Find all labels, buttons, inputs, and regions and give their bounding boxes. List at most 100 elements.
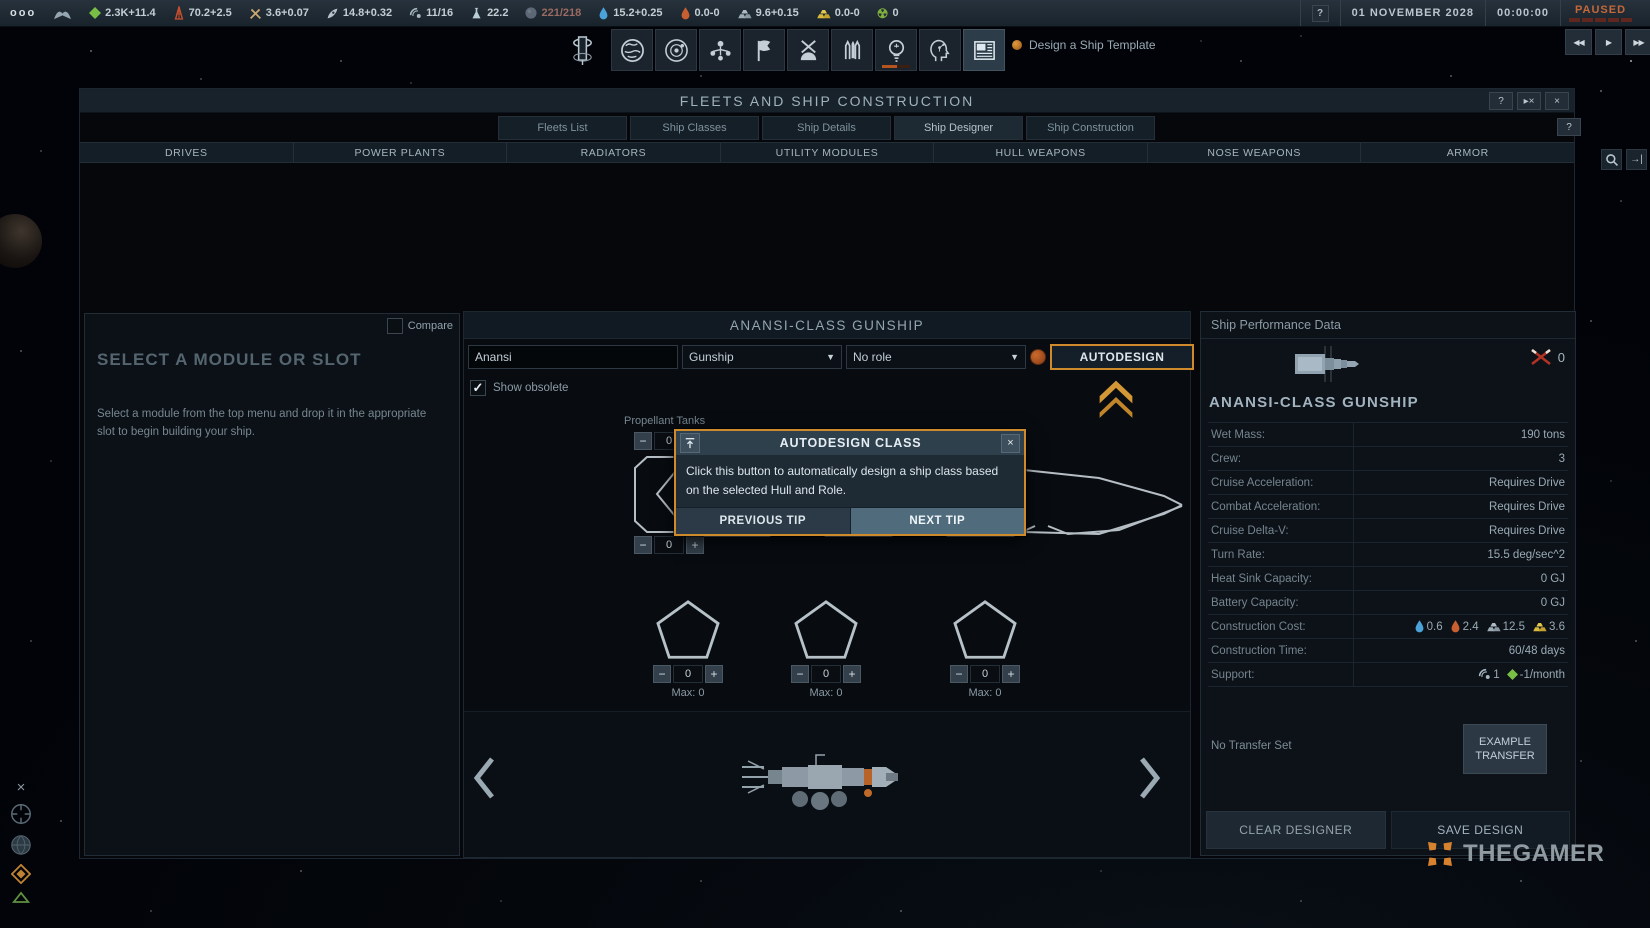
stepper-plus-button[interactable]: + (705, 665, 723, 683)
resource-metals[interactable]: 9.6+0.15 (737, 7, 799, 19)
research-icon (470, 7, 483, 20)
toolbar-ship-template-button[interactable] (963, 29, 1005, 71)
water-icon (1414, 620, 1425, 633)
rewind-button[interactable]: ◀◀ (1565, 29, 1592, 55)
hull-select[interactable]: Gunship ▼ (682, 345, 842, 369)
tab-fleets-list[interactable]: Fleets List (498, 116, 627, 140)
tooltip-close-button[interactable]: × (1001, 434, 1020, 453)
stepper-minus-button[interactable]: − (653, 665, 671, 683)
toolbar-tech-tree-button[interactable] (919, 29, 961, 71)
game-screen: ooo 2.3K+11.4 70.2+2.5 3.6+0.07 14.8+0.32 11… (0, 0, 1650, 928)
globe-icon[interactable] (9, 833, 33, 857)
resource-control-points[interactable]: 221/218 (525, 7, 581, 19)
resource-water[interactable]: 15.2+0.25 (598, 7, 662, 20)
stepper-value: 0 (970, 665, 1000, 683)
stepper-plus-button[interactable]: + (686, 536, 704, 554)
stepper-minus-button[interactable]: − (950, 665, 968, 683)
perf-value: 0 GJ (1353, 591, 1568, 614)
resource-faction[interactable] (53, 6, 72, 21)
tab-ship-details[interactable]: Ship Details (762, 116, 891, 140)
stepper-minus-button[interactable]: − (791, 665, 809, 683)
research-tree-icon (884, 38, 909, 63)
fast-forward-button[interactable]: ▶▶ (1625, 29, 1650, 55)
resource-bar-container: ooo 2.3K+11.4 70.2+2.5 3.6+0.07 14.8+0.32 11… (0, 0, 1650, 27)
tab-ship-classes[interactable]: Ship Classes (630, 116, 759, 140)
tabs-help-button[interactable]: ? (1557, 118, 1581, 136)
game-speed-bars[interactable] (1569, 18, 1632, 22)
resource-nobles[interactable]: 0.0-0 (816, 7, 860, 19)
perf-row: Crew:3 (1208, 447, 1568, 471)
previous-hull-arrow[interactable] (472, 756, 496, 800)
ship-name-input[interactable] (468, 345, 678, 369)
resource-boost[interactable]: 14.8+0.32 (326, 7, 392, 20)
target-reticle-icon[interactable] (9, 802, 33, 826)
clear-designer-button[interactable]: CLEAR DESIGNER (1206, 811, 1386, 849)
perf-label: Cruise Delta-V: (1208, 519, 1353, 542)
stepper-minus-button[interactable]: − (634, 536, 652, 554)
module-header-nose-weapons[interactable]: NOSE WEAPONS (1148, 143, 1362, 162)
help-button[interactable]: ? (1312, 5, 1329, 22)
toolbar-habitats-button[interactable] (555, 28, 609, 72)
window-help-button[interactable]: ? (1489, 92, 1513, 110)
advisor-icon (1012, 40, 1022, 50)
compare-checkbox[interactable] (387, 318, 403, 334)
tab-ship-construction[interactable]: Ship Construction (1026, 116, 1155, 140)
resource-volatiles[interactable]: 0.0-0 (680, 7, 720, 20)
battery-slot[interactable]: −0+Max: 0 (628, 599, 748, 699)
window-close-button[interactable]: × (1545, 92, 1569, 110)
stepper-plus-button[interactable]: + (1002, 665, 1020, 683)
module-header-armor[interactable]: ARMOR (1361, 143, 1574, 162)
previous-tip-button[interactable]: PREVIOUS TIP (676, 508, 851, 534)
next-hull-arrow[interactable] (1138, 756, 1162, 800)
module-header-drives[interactable]: DRIVES (80, 143, 294, 162)
toolbar-intel-button[interactable] (787, 29, 829, 71)
cost-water: 0.6 (1414, 620, 1443, 633)
game-clock: 00:00:00 (1485, 0, 1560, 26)
main-menu-button[interactable]: ooo (10, 7, 36, 19)
close-icon[interactable]: × (17, 780, 26, 795)
resource-fissiles[interactable]: ☢0 (877, 7, 899, 20)
tab-ship-designer[interactable]: Ship Designer (894, 116, 1023, 140)
resource-money[interactable]: 2.3K+11.4 (89, 7, 155, 19)
advisor-action[interactable]: Design a Ship Template (1012, 38, 1156, 52)
search-button[interactable] (1601, 149, 1622, 170)
window-detach-button[interactable]: ▸× (1517, 92, 1541, 110)
advisor-action-label: Design a Ship Template (1029, 38, 1156, 52)
toolbar-nations-button[interactable] (743, 29, 785, 71)
resource-research[interactable]: 22.2 (470, 7, 508, 20)
toolbar-councils-button[interactable] (699, 29, 741, 71)
stepper-minus-button[interactable]: − (634, 432, 652, 450)
show-obsolete-checkbox[interactable] (470, 380, 486, 396)
module-header-hull-weapons[interactable]: HULL WEAPONS (934, 143, 1148, 162)
toolbar-solar-system-button[interactable] (655, 29, 697, 71)
resource-influence[interactable]: 70.2+2.5 (173, 6, 232, 20)
module-header-utility-modules[interactable]: UTILITY MODULES (721, 143, 935, 162)
pause-indicator[interactable]: PAUSED (1560, 0, 1640, 26)
module-header-power-plants[interactable]: POWER PLANTS (294, 143, 508, 162)
boost-icon (326, 7, 339, 20)
autodesign-button[interactable]: AUTODESIGN (1050, 344, 1194, 370)
next-tip-button[interactable]: NEXT TIP (851, 508, 1025, 534)
resource-mission-control[interactable]: 11/16 (409, 7, 453, 20)
stepper-value: 0 (811, 665, 841, 683)
battery-slot[interactable]: −0+Max: 0 (925, 599, 1045, 699)
kills-value: 0 (1558, 350, 1565, 365)
toolbar-fleets-button[interactable] (831, 29, 873, 71)
pin-icon (684, 437, 696, 449)
perf-value: 1 -1/month (1353, 663, 1568, 686)
collapse-panel-button[interactable]: →| (1626, 149, 1647, 170)
scroll-up-chevron-icon[interactable] (1096, 376, 1136, 418)
role-select[interactable]: No role ▼ (846, 345, 1026, 369)
waypoint-diamond-icon[interactable] (11, 864, 31, 884)
landing-marker-icon[interactable] (12, 891, 30, 904)
toolbar-earth-button[interactable] (611, 29, 653, 71)
role-lock-toggle[interactable] (1030, 349, 1046, 365)
battery-slot[interactable]: −0+Max: 0 (766, 599, 886, 699)
resource-operations[interactable]: 3.6+0.07 (249, 7, 309, 20)
pin-tooltip-button[interactable] (680, 433, 700, 453)
module-header-radiators[interactable]: RADIATORS (507, 143, 721, 162)
toolbar-research-tree-button[interactable] (875, 29, 917, 71)
stepper-plus-button[interactable]: + (843, 665, 861, 683)
play-button[interactable]: ▶ (1595, 29, 1622, 55)
example-transfer-button[interactable]: EXAMPLE TRANSFER (1463, 724, 1547, 774)
